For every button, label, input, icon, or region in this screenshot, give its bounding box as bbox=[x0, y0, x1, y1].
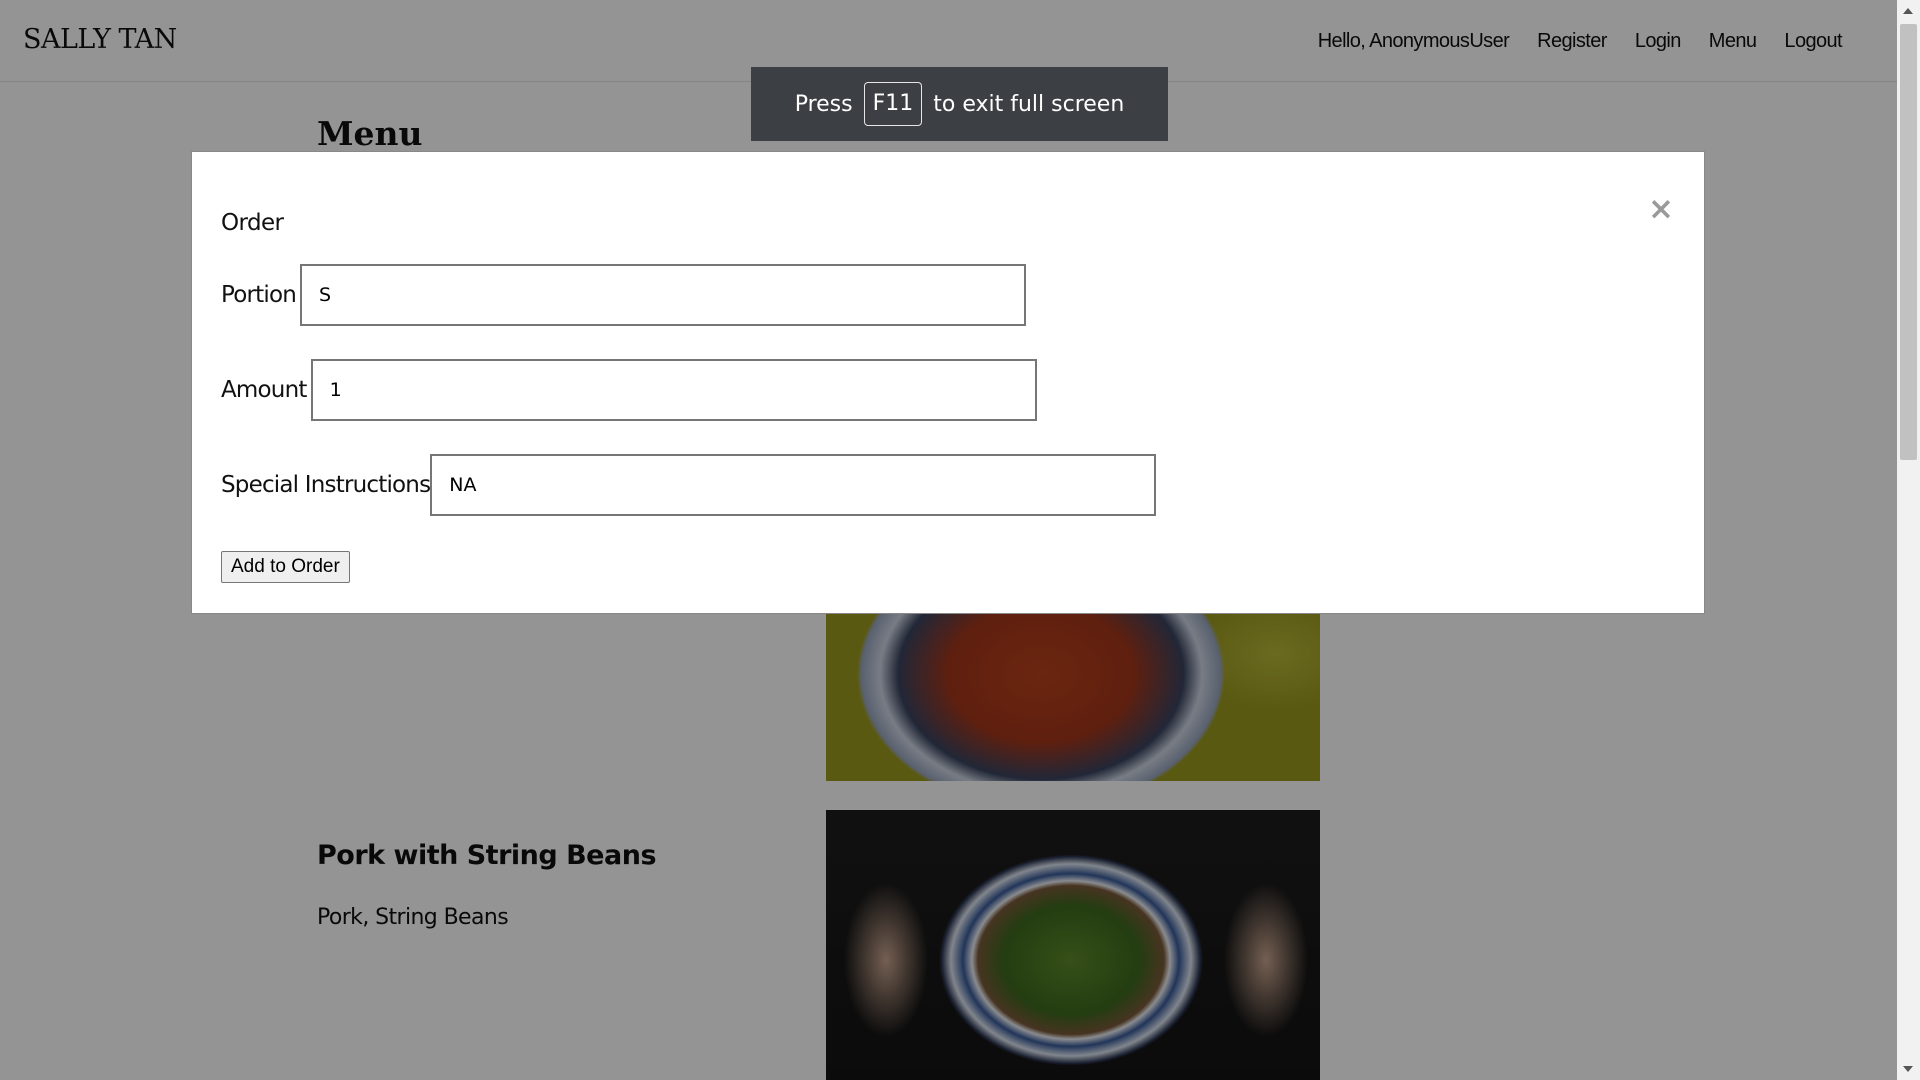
portion-row: Portion bbox=[221, 264, 1027, 326]
modal-title: Order bbox=[221, 210, 284, 236]
fullscreen-notice: Press F11 to exit full screen bbox=[751, 67, 1168, 141]
page-scrollbar[interactable] bbox=[1897, 0, 1920, 1080]
fullscreen-notice-prefix: Press bbox=[794, 91, 853, 117]
scroll-up-arrow-icon[interactable] bbox=[1903, 8, 1913, 14]
amount-label: Amount bbox=[221, 377, 307, 403]
f11-key-badge: F11 bbox=[863, 82, 923, 126]
add-to-order-button[interactable]: Add to Order bbox=[221, 551, 350, 583]
portion-label: Portion bbox=[221, 282, 297, 308]
amount-input[interactable] bbox=[310, 359, 1037, 421]
instructions-input[interactable] bbox=[430, 454, 1157, 516]
scrollbar-thumb[interactable] bbox=[1900, 24, 1917, 460]
fullscreen-notice-suffix: to exit full screen bbox=[933, 91, 1125, 117]
order-modal: × Order Portion Amount Special Instructi… bbox=[191, 151, 1705, 614]
instructions-label: Special Instructions bbox=[221, 472, 431, 498]
amount-row: Amount bbox=[221, 359, 1037, 421]
portion-input[interactable] bbox=[300, 264, 1027, 326]
scroll-down-arrow-icon[interactable] bbox=[1903, 1066, 1913, 1072]
close-icon[interactable]: × bbox=[1648, 194, 1674, 225]
instructions-row: Special Instructions bbox=[221, 454, 1157, 516]
